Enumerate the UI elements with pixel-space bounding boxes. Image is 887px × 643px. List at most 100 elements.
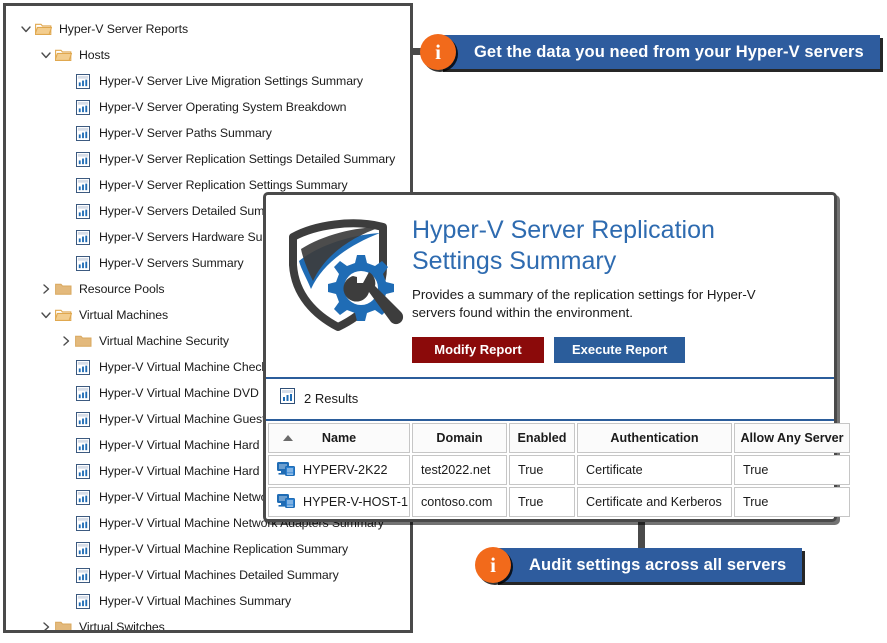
report-icon (73, 177, 93, 193)
tree-item-label: Virtual Switches (79, 620, 165, 633)
tree-item[interactable]: Hyper-V Server Live Migration Settings S… (6, 68, 410, 94)
table-header-cell[interactable]: Enabled (509, 422, 575, 453)
card-header: Hyper-V Server Replication Settings Summ… (266, 195, 834, 377)
chevron-right-icon[interactable] (38, 622, 53, 630)
table-header-label: Name (321, 430, 357, 445)
table-row[interactable]: HYPERV-2K22 test2022.net True Certificate Tr… (268, 454, 850, 485)
cell-allow-any-server: True (734, 454, 850, 485)
callout-banner-bottom: i Audit settings across all servers (475, 547, 803, 583)
table-row[interactable]: HYPER-V-HOST-1 contoso.com True Certificate… (268, 486, 850, 517)
info-icon-bottom: i (475, 547, 511, 583)
tree-item-label: Hyper-V Servers Summary (99, 256, 244, 270)
server-computer-icon (277, 462, 295, 477)
sort-ascending-icon (283, 434, 293, 441)
report-icon (73, 541, 93, 557)
report-icon (73, 359, 93, 375)
table-header: Name Domain Enabled Authentication Allow Any… (268, 422, 850, 453)
folder-closed-icon (53, 619, 73, 630)
report-icon (73, 437, 93, 453)
tree-item-label: Hyper-V Server Live Migration Settings S… (99, 74, 363, 88)
card-action-buttons: Modify Report Execute Report (412, 336, 816, 363)
callout-text-top: Get the data you need from your Hyper-V … (474, 42, 864, 61)
execute-report-button[interactable]: Execute Report (554, 336, 686, 363)
chevron-down-icon[interactable] (38, 310, 53, 320)
table-header-row: Name Domain Enabled Authentication Allow Any… (268, 422, 850, 453)
tree-item-label: Hyper-V Server Reports (59, 22, 189, 36)
folder-open-icon (33, 21, 53, 37)
results-summary-row: 2 Results (266, 379, 834, 419)
table-header-label: Domain (436, 430, 483, 445)
cell-authentication: Certificate and Kerberos (577, 486, 732, 517)
card-body: Hyper-V Server Replication Settings Summ… (412, 211, 816, 363)
cell-domain: contoso.com (412, 486, 507, 517)
table-header-cell[interactable]: Name (268, 422, 410, 453)
chevron-down-icon[interactable] (38, 50, 53, 60)
table-header-label: Authentication (610, 430, 699, 445)
report-icon (73, 229, 93, 245)
tree-item-label: Hyper-V Server Replication Settings Summ… (99, 178, 348, 192)
screenshot-root: Hyper-V Server Reports Hosts Hyper-V Serve… (0, 0, 887, 643)
shield-gear-wrench-icon (280, 211, 412, 363)
cell-name: HYPER-V-HOST-1 (268, 486, 410, 517)
tree-item[interactable]: Hyper-V Virtual Machines Summary (6, 588, 410, 614)
report-detail-card: Hyper-V Server Replication Settings Summ… (263, 192, 850, 522)
tree-item-label: Hyper-V Server Paths Summary (99, 126, 272, 140)
tree-item[interactable]: Hyper-V Server Reports (6, 16, 410, 42)
cell-enabled: True (509, 454, 575, 485)
cell-allow-any-server: True (734, 486, 850, 517)
report-icon (73, 593, 93, 609)
results-count-label: 2 Results (304, 391, 359, 407)
server-name-label: HYPERV-2K22 (303, 462, 388, 477)
chevron-down-icon[interactable] (18, 24, 33, 34)
report-icon (73, 515, 93, 531)
results-table: Name Domain Enabled Authentication Allow Any… (266, 421, 852, 519)
chevron-right-icon[interactable] (38, 284, 53, 294)
report-icon (73, 73, 93, 89)
tree-item-label: Hyper-V Server Replication Settings Deta… (99, 152, 396, 166)
tree-item-label: Hyper-V Virtual Machines Detailed Summar… (99, 568, 339, 582)
cell-domain: test2022.net (412, 454, 507, 485)
callout-banner-top: i Get the data you need from your Hyper-… (420, 34, 880, 70)
callout-text-bottom: Audit settings across all servers (529, 555, 787, 574)
report-icon (73, 567, 93, 583)
server-computer-icon (277, 494, 295, 509)
modify-report-button[interactable]: Modify Report (412, 336, 544, 363)
chevron-right-icon[interactable] (58, 336, 73, 346)
tree-item-label: Hyper-V Virtual Machines Summary (99, 594, 292, 608)
tree-item-label: Hyper-V Server Operating System Breakdow… (99, 100, 347, 114)
report-icon (73, 385, 93, 401)
cell-authentication: Certificate (577, 454, 732, 485)
folder-open-icon (53, 47, 73, 63)
tree-item[interactable]: Hyper-V Virtual Machines Detailed Summar… (6, 562, 410, 588)
info-icon-top: i (420, 34, 456, 70)
report-icon (73, 463, 93, 479)
server-name-label: HYPER-V-HOST-1 (303, 494, 408, 509)
tree-item[interactable]: Virtual Switches (6, 614, 410, 633)
report-icon (73, 99, 93, 115)
results-grid: Name Domain Enabled Authentication Allow Any… (266, 418, 850, 519)
table-header-cell[interactable]: Allow Any Server (734, 422, 850, 453)
folder-closed-icon (73, 333, 93, 349)
table-header-cell[interactable]: Authentication (577, 422, 732, 453)
table-header-label: Enabled (517, 430, 567, 445)
tree-item-label: Virtual Machines (79, 308, 169, 322)
table-body: HYPERV-2K22 test2022.net True Certificate Tr… (268, 454, 850, 517)
report-icon (73, 255, 93, 271)
card-description: Provides a summary of the replication se… (412, 287, 756, 321)
report-icon (73, 151, 93, 167)
report-icon (73, 203, 93, 219)
tree-item[interactable]: Hosts (6, 42, 410, 68)
tree-item[interactable]: Hyper-V Virtual Machine Replication Summ… (6, 536, 410, 562)
cell-enabled: True (509, 486, 575, 517)
report-icon (73, 489, 93, 505)
tree-item[interactable]: Hyper-V Server Operating System Breakdow… (6, 94, 410, 120)
tree-item-label: Resource Pools (79, 282, 165, 296)
tree-item-label: Hosts (79, 48, 110, 62)
folder-open-icon (53, 307, 73, 323)
tree-item[interactable]: Hyper-V Server Replication Settings Deta… (6, 146, 410, 172)
tree-item[interactable]: Hyper-V Server Paths Summary (6, 120, 410, 146)
tree-item-label: Hyper-V Servers Detailed Summary (99, 204, 292, 218)
tree-item-label: Hyper-V Virtual Machine Replication Summ… (99, 542, 349, 556)
tree-item-label: Virtual Machine Security (99, 334, 229, 348)
table-header-cell[interactable]: Domain (412, 422, 507, 453)
